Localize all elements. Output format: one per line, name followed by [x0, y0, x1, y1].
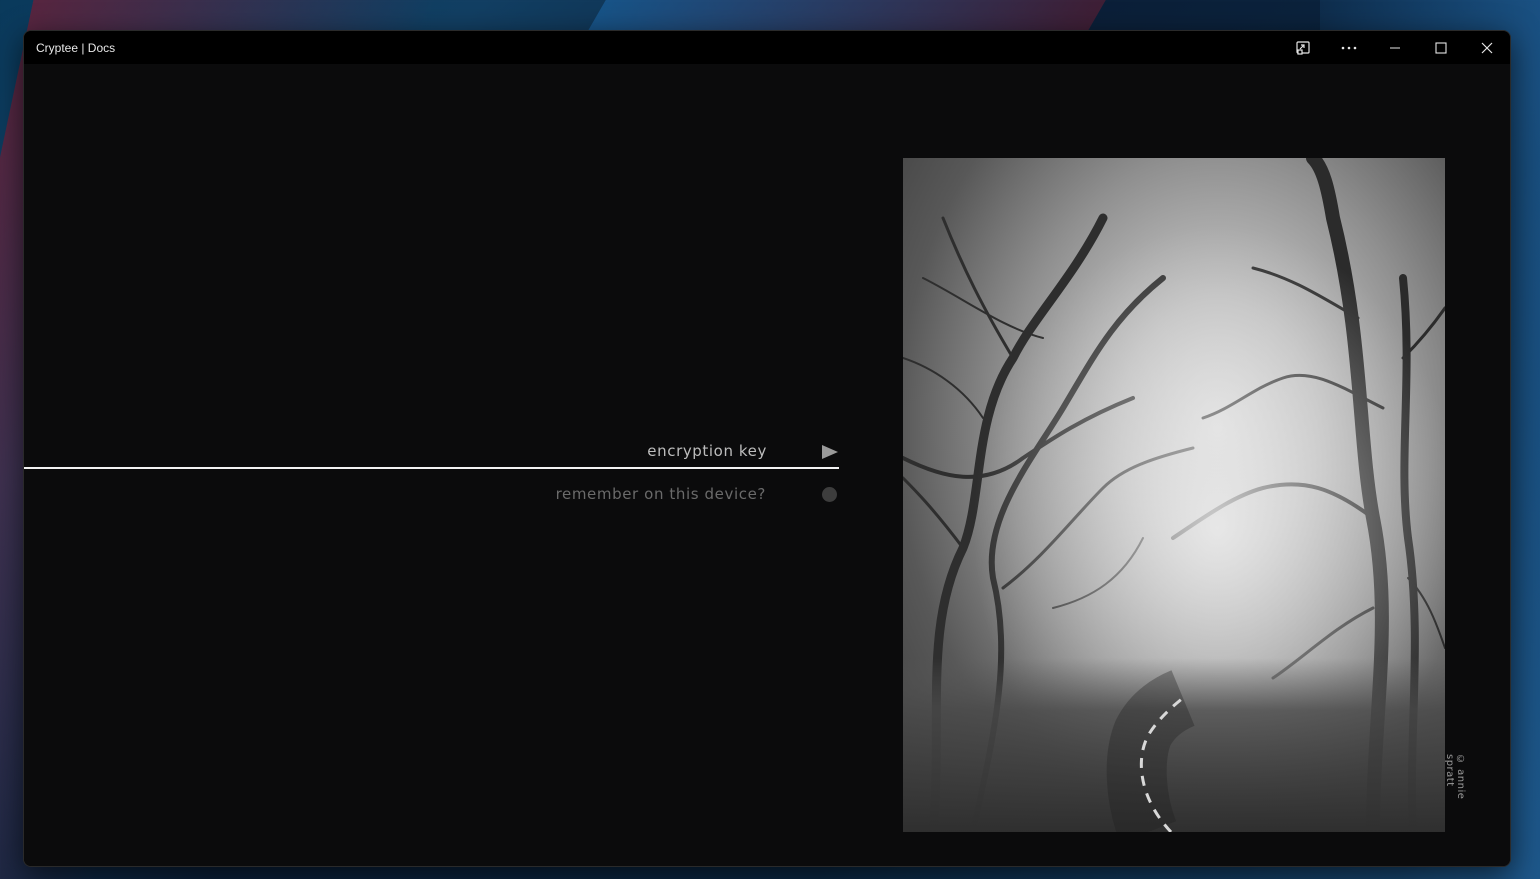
- window-controls: [1280, 31, 1510, 64]
- cast-button[interactable]: [1280, 31, 1326, 64]
- title-bar[interactable]: Cryptee | Docs: [24, 31, 1510, 64]
- more-icon: [1341, 46, 1357, 49]
- minimize-icon: [1390, 47, 1400, 48]
- encryption-key-label: encryption key: [647, 442, 767, 460]
- remember-device-toggle[interactable]: [822, 487, 837, 502]
- cast-icon: [1296, 40, 1310, 55]
- submit-button[interactable]: [821, 444, 839, 460]
- minimize-button[interactable]: [1372, 31, 1418, 64]
- close-button[interactable]: [1464, 31, 1510, 64]
- login-panel: encryption key remember on this device?: [24, 64, 1510, 866]
- play-arrow-icon: [822, 445, 838, 459]
- photo-credit: © annie spratt: [1444, 754, 1466, 800]
- app-window: Cryptee | Docs encryption key remember o…: [23, 30, 1511, 867]
- close-icon: [1481, 42, 1493, 53]
- remember-device-label: remember on this device?: [555, 485, 766, 503]
- foggy-forest-road-image: [903, 158, 1445, 832]
- more-options-button[interactable]: [1326, 31, 1372, 64]
- window-title: Cryptee | Docs: [36, 40, 116, 55]
- maximize-button[interactable]: [1418, 31, 1464, 64]
- maximize-icon: [1435, 41, 1447, 54]
